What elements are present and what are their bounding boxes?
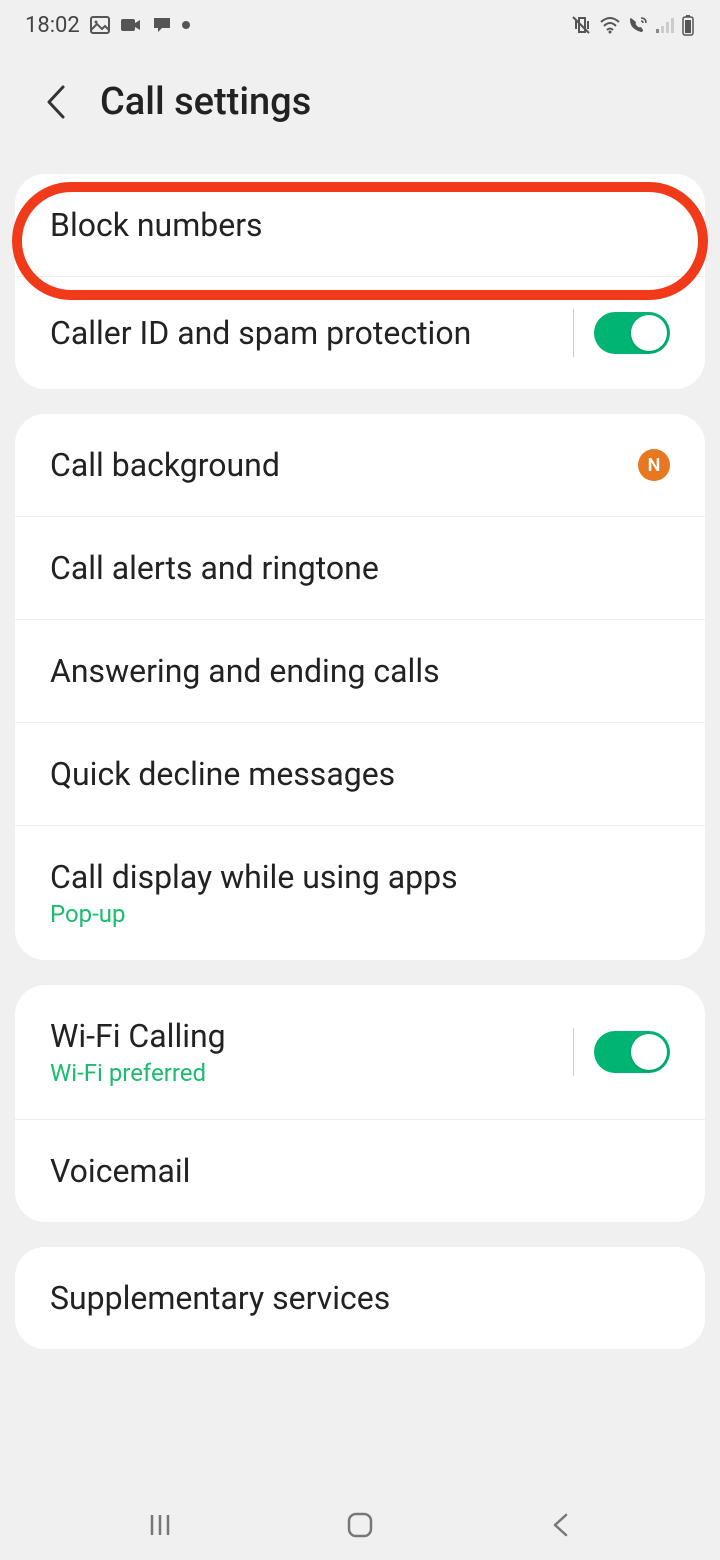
wifi-calling-sublabel: Wi-Fi preferred	[50, 1059, 226, 1087]
nav-back-button[interactable]	[535, 1500, 585, 1550]
status-left: 18:02	[25, 13, 190, 38]
status-right	[571, 14, 695, 36]
page-title: Call settings	[100, 80, 311, 124]
new-badge: N	[638, 449, 670, 481]
answering-label: Answering and ending calls	[50, 652, 440, 690]
image-icon	[90, 16, 110, 34]
signal-icon	[655, 16, 675, 34]
wifi-calling-icon	[627, 15, 649, 35]
vibrate-icon	[571, 15, 593, 35]
row-wifi-calling[interactable]: Wi-Fi Calling Wi-Fi preferred	[15, 985, 705, 1120]
supplementary-label: Supplementary services	[50, 1279, 390, 1317]
caller-id-spam-label: Caller ID and spam protection	[50, 314, 471, 352]
row-voicemail[interactable]: Voicemail	[15, 1120, 705, 1222]
toggle-divider	[573, 1028, 574, 1076]
call-background-label: Call background	[50, 446, 280, 484]
row-call-alerts[interactable]: Call alerts and ringtone	[15, 517, 705, 620]
wifi-icon	[599, 16, 621, 34]
chevron-left-icon	[43, 83, 67, 121]
recents-icon	[146, 1511, 174, 1539]
call-alerts-label: Call alerts and ringtone	[50, 549, 379, 587]
section-call-options: Call background N Call alerts and ringto…	[15, 414, 705, 960]
toggle-knob	[631, 315, 667, 351]
camera-icon	[120, 17, 142, 33]
row-supplementary[interactable]: Supplementary services	[15, 1247, 705, 1349]
navigation-bar	[0, 1490, 720, 1560]
chevron-left-icon	[550, 1510, 570, 1540]
section-wifi-voicemail: Wi-Fi Calling Wi-Fi preferred Voicemail	[15, 985, 705, 1222]
toggle-knob	[631, 1034, 667, 1070]
row-answering[interactable]: Answering and ending calls	[15, 620, 705, 723]
row-caller-id-spam[interactable]: Caller ID and spam protection	[15, 277, 705, 389]
row-block-numbers[interactable]: Block numbers	[15, 174, 705, 277]
wifi-calling-label: Wi-Fi Calling	[50, 1017, 226, 1055]
call-display-label: Call display while using apps	[50, 858, 458, 896]
back-button[interactable]	[35, 82, 75, 122]
wifi-calling-toggle[interactable]	[594, 1031, 670, 1073]
caller-id-toggle[interactable]	[594, 312, 670, 354]
status-bar: 18:02	[0, 0, 720, 50]
block-numbers-label: Block numbers	[50, 206, 263, 244]
row-quick-decline[interactable]: Quick decline messages	[15, 723, 705, 826]
status-time: 18:02	[25, 13, 80, 38]
section-supplementary: Supplementary services	[15, 1247, 705, 1349]
header: Call settings	[0, 50, 720, 164]
quick-decline-label: Quick decline messages	[50, 755, 395, 793]
section-blocking: Block numbers Caller ID and spam protect…	[15, 174, 705, 389]
home-icon	[345, 1510, 375, 1540]
dot-icon	[182, 21, 190, 29]
row-call-display[interactable]: Call display while using apps Pop-up	[15, 826, 705, 960]
toggle-divider	[573, 309, 574, 357]
home-button[interactable]	[335, 1500, 385, 1550]
voicemail-label: Voicemail	[50, 1152, 190, 1190]
recents-button[interactable]	[135, 1500, 185, 1550]
message-icon	[152, 16, 172, 34]
row-call-background[interactable]: Call background N	[15, 414, 705, 517]
battery-icon	[681, 14, 695, 36]
call-display-sublabel: Pop-up	[50, 900, 458, 928]
